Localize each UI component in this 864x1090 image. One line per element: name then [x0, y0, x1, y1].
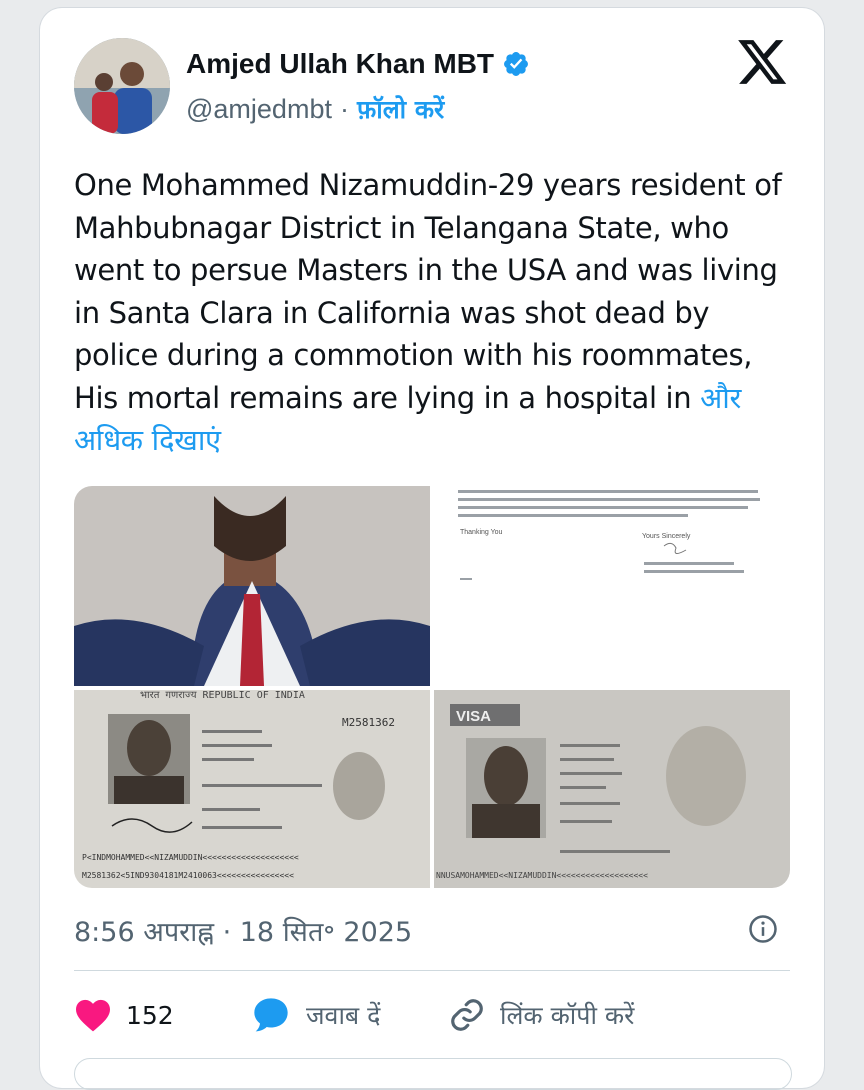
like-button[interactable]: 152: [74, 998, 250, 1032]
separator-dot: ·: [339, 93, 349, 124]
letter-photo[interactable]: Thanking You Yours Sincerely: [434, 486, 790, 686]
copy-link-button[interactable]: लिंक कॉपी करें: [448, 996, 634, 1034]
passport-mrz-line-2: M2581362<5IND9304181M2410063<<<<<<<<<<<<…: [82, 871, 294, 880]
reply-label: जवाब दें: [306, 1001, 381, 1030]
reply-bubble-icon: [254, 998, 288, 1032]
like-count: 152: [126, 1000, 174, 1030]
info-icon[interactable]: [748, 914, 778, 944]
handle-row: @amjedmbt · फ़ॉलो करें: [186, 92, 444, 126]
author-name[interactable]: Amjed Ullah Khan MBT: [186, 48, 494, 80]
tweet-text: One Mohammed Nizamuddin-29 years residen…: [74, 168, 782, 415]
author-name-row[interactable]: Amjed Ullah Khan MBT: [186, 48, 530, 80]
tweet-timestamp[interactable]: 8:56 अपराह्न · 18 सित॰ 2025: [74, 912, 412, 949]
passport-number: M2581362: [342, 716, 395, 729]
reply-button[interactable]: जवाब दें: [250, 995, 448, 1035]
visa-label: VISA: [456, 708, 491, 725]
link-icon: [451, 999, 483, 1031]
portrait-photo[interactable]: [74, 486, 430, 686]
passport-mrz-line-1: P<INDMOHAMMED<<NIZAMUDDIN<<<<<<<<<<<<<<<…: [82, 853, 299, 862]
avatar[interactable]: [74, 38, 170, 134]
author-handle[interactable]: @amjedmbt: [186, 94, 332, 125]
avatar-photo: [74, 38, 170, 134]
visa-mrz-line: NNUSAMOHAMMED<<NIZAMUDDIN<<<<<<<<<<<<<<<…: [436, 871, 648, 880]
tweet-media-grid[interactable]: Thanking You Yours Sincerely भारत गणराज्…: [74, 486, 790, 888]
tweet-body: One Mohammed Nizamuddin-29 years residen…: [74, 164, 794, 462]
verified-badge-icon: [504, 52, 528, 76]
letter-closing: Yours Sincerely: [642, 533, 691, 540]
follow-button[interactable]: फ़ॉलो करें: [357, 92, 444, 126]
copy-link-label: लिंक कॉपी करें: [500, 1001, 635, 1030]
heart-icon: [76, 999, 110, 1032]
passport-header: भारत गणराज्य REPUBLIC OF INDIA: [140, 690, 305, 701]
letter-signoff: Thanking You: [460, 529, 503, 536]
divider: [74, 970, 790, 971]
media-collage: Thanking You Yours Sincerely भारत गणराज्…: [74, 486, 790, 888]
passport-photo[interactable]: भारत गणराज्य REPUBLIC OF INDIA M2581362 …: [74, 690, 430, 888]
x-logo-icon[interactable]: [738, 40, 788, 86]
visa-photo[interactable]: VISA NNUSAMOHAMMED<<NIZAMUDDIN<<<<<<<<<<…: [434, 690, 790, 888]
action-bar: 152 जवाब दें लिंक कॉपी करें: [74, 990, 634, 1040]
